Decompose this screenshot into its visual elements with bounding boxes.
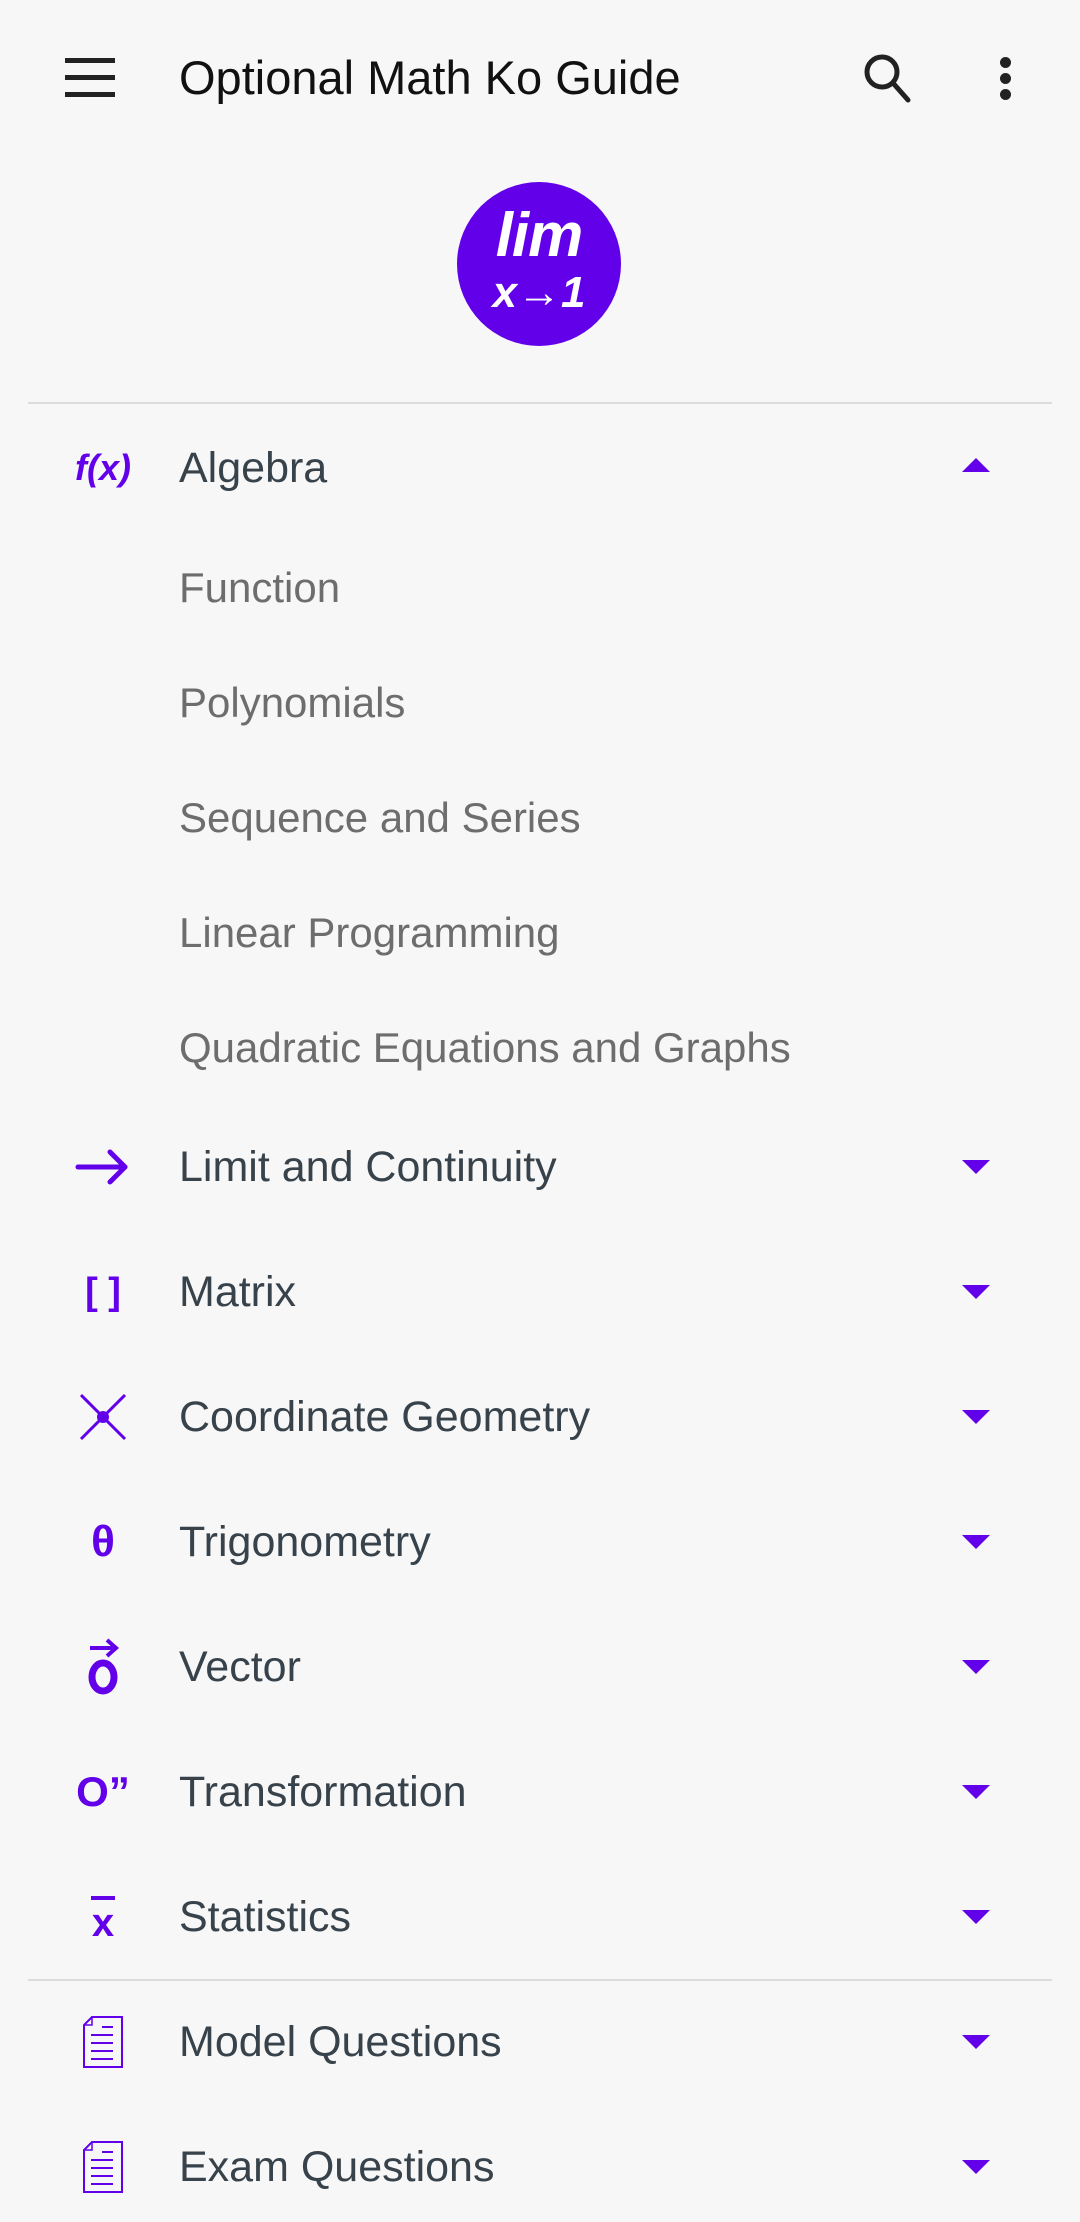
svg-text:x: x	[92, 1901, 114, 1942]
menu-item-label: Algebra	[179, 444, 328, 492]
app-title: Optional Math Ko Guide	[179, 51, 681, 104]
menu-item-label: Statistics	[179, 1893, 352, 1941]
chevron-down-icon[interactable]	[962, 1910, 990, 1924]
menu-item-exam-questions[interactable]: Exam Questions	[0, 2112, 1080, 2222]
menu-item-matrix[interactable]: [ ] Matrix	[0, 1237, 1080, 1347]
menu-item-label: Trigonometry	[179, 1518, 431, 1566]
menu-item-limit-continuity[interactable]: Limit and Continuity	[0, 1112, 1080, 1222]
menu-item-statistics[interactable]: x Statistics	[0, 1862, 1080, 1972]
divider	[28, 402, 1052, 404]
search-icon[interactable]	[858, 48, 918, 108]
chevron-down-icon[interactable]	[962, 1535, 990, 1549]
menu-item-coordinate-geometry[interactable]: Coordinate Geometry	[0, 1362, 1080, 1472]
document-icon	[62, 2132, 144, 2202]
hamburger-menu-icon[interactable]	[62, 56, 118, 100]
transformation-icon: O”	[76, 1768, 130, 1815]
chevron-down-icon[interactable]	[962, 1160, 990, 1174]
submenu-item-sequence-series[interactable]: Sequence and Series	[179, 773, 581, 863]
logo-text-lim: lim	[495, 201, 584, 270]
menu-item-label: Coordinate Geometry	[179, 1393, 591, 1441]
axes-cross-icon	[62, 1382, 144, 1452]
theta-icon: θ	[91, 1517, 115, 1566]
menu-item-label: Limit and Continuity	[179, 1143, 557, 1191]
menu-item-transformation[interactable]: O” Transformation	[0, 1737, 1080, 1847]
menu-item-label: Model Questions	[179, 2018, 502, 2066]
menu-item-algebra[interactable]: f(x) Algebra	[0, 413, 1080, 523]
chevron-down-icon[interactable]	[962, 1410, 990, 1424]
menu-item-label: Exam Questions	[179, 2143, 495, 2191]
arrow-right-icon	[62, 1132, 144, 1202]
submenu-item-function[interactable]: Function	[179, 543, 340, 633]
brackets-icon: [ ]	[85, 1270, 121, 1313]
chevron-down-icon[interactable]	[962, 1660, 990, 1674]
more-vert-icon[interactable]	[985, 48, 1025, 108]
app-logo: lim x→1	[457, 182, 621, 346]
menu-item-label: Vector	[179, 1643, 301, 1691]
chevron-down-icon[interactable]	[962, 1785, 990, 1799]
menu-item-label: Matrix	[179, 1268, 297, 1316]
logo-text-limit: x→1	[492, 268, 586, 317]
menu-item-vector[interactable]: Vector	[0, 1612, 1080, 1722]
chevron-down-icon[interactable]	[962, 2160, 990, 2174]
menu-item-label: Transformation	[179, 1768, 467, 1816]
submenu-item-polynomials[interactable]: Polynomials	[179, 658, 405, 748]
menu-item-trigonometry[interactable]: θ Trigonometry	[0, 1487, 1080, 1597]
chevron-down-icon[interactable]	[962, 2035, 990, 2049]
chevron-down-icon[interactable]	[962, 1285, 990, 1299]
function-icon: f(x)	[75, 447, 131, 488]
document-icon	[62, 2007, 144, 2077]
vector-icon	[62, 1632, 144, 1702]
divider	[28, 1979, 1052, 1981]
chevron-up-icon[interactable]	[962, 458, 990, 472]
submenu-item-quadratic-equations[interactable]: Quadratic Equations and Graphs	[179, 1003, 791, 1093]
submenu-item-linear-programming[interactable]: Linear Programming	[179, 888, 560, 978]
menu-item-model-questions[interactable]: Model Questions	[0, 1987, 1080, 2097]
mean-icon: x	[62, 1882, 144, 1952]
